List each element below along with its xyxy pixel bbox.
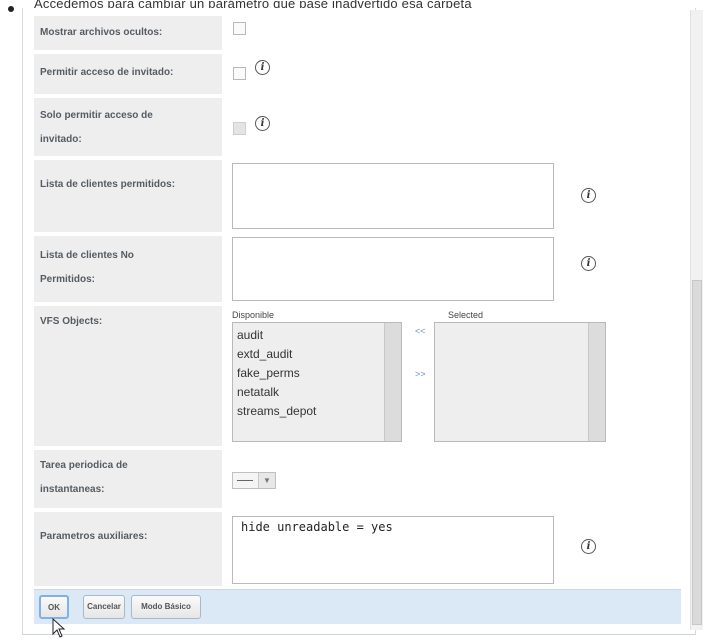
ok-button[interactable]: OK xyxy=(39,595,69,619)
selected-vfs-list[interactable] xyxy=(434,322,606,442)
list-item[interactable]: netatalk xyxy=(237,383,397,402)
snapshot-task-label-line2: instantaneas: xyxy=(40,484,105,495)
row-guest-only: Solo permitir acceso de invitado: i xyxy=(34,98,680,156)
snapshot-task-label-line1: Tarea periodica de xyxy=(40,460,128,471)
label-cell: Tarea periodica de instantaneas: xyxy=(34,450,222,508)
denied-hosts-label-line2: Permitidos: xyxy=(40,274,96,285)
info-icon[interactable]: i xyxy=(255,116,270,131)
info-icon[interactable]: i xyxy=(581,539,596,554)
list-item[interactable]: streams_depot xyxy=(237,402,397,421)
add-vfs-button[interactable]: >> xyxy=(415,369,426,379)
remove-vfs-button[interactable]: << xyxy=(415,326,426,336)
selected-list-title: Selected xyxy=(448,310,484,320)
chevron-down-icon[interactable]: ▼ xyxy=(258,473,275,488)
row-snapshot-task: Tarea periodica de instantaneas: ▼ xyxy=(34,450,680,508)
list-scrollbar[interactable] xyxy=(384,323,401,441)
label-cell: VFS Objects: xyxy=(34,306,222,446)
guest-only-label-line2: invitado: xyxy=(40,134,82,145)
show-hidden-files-checkbox[interactable] xyxy=(233,22,246,35)
label-cell: Solo permitir acceso de invitado: xyxy=(34,98,222,156)
info-icon[interactable]: i xyxy=(581,256,596,271)
list-item[interactable]: fake_perms xyxy=(237,364,397,383)
row-show-hidden-files: Mostrar archivos ocultos: xyxy=(34,16,680,50)
label-cell: Mostrar archivos ocultos: xyxy=(34,16,222,50)
guest-only-checkbox[interactable] xyxy=(233,122,246,135)
row-guest-access: Permitir acceso de invitado: i xyxy=(34,54,680,94)
aux-params-textarea[interactable]: hide unreadable = yes xyxy=(232,516,554,584)
denied-hosts-label-line1: Lista de clientes No xyxy=(40,250,134,261)
row-vfs-objects: VFS Objects: Disponible audit extd_audit… xyxy=(34,306,680,446)
label-cell: Lista de clientes permitidos: xyxy=(34,160,222,232)
list-scrollbar[interactable] xyxy=(588,323,605,441)
row-aux-params: Parametros auxiliares: hide unreadable =… xyxy=(34,512,680,586)
denied-hosts-textarea[interactable] xyxy=(232,237,554,301)
select-value xyxy=(237,480,253,481)
allowed-hosts-label: Lista de clientes permitidos: xyxy=(40,179,176,190)
scrollbar-thumb[interactable] xyxy=(692,280,702,625)
info-icon[interactable]: i xyxy=(255,60,270,75)
dialog-footer: OK Cancelar Modo Básico xyxy=(34,589,681,624)
bullet xyxy=(8,6,14,12)
dialog-scrollbar[interactable] xyxy=(690,10,703,630)
list-item[interactable]: audit xyxy=(237,326,397,345)
label-cell: Permitir acceso de invitado: xyxy=(34,54,222,94)
vfs-objects-label: VFS Objects: xyxy=(40,316,103,327)
aux-params-label: Parametros auxiliares: xyxy=(40,531,148,542)
guest-only-label-line1: Solo permitir acceso de xyxy=(40,110,153,121)
list-item[interactable]: extd_audit xyxy=(237,345,397,364)
guest-access-checkbox[interactable] xyxy=(233,67,246,80)
row-allowed-hosts: Lista de clientes permitidos: i xyxy=(34,160,680,232)
mouse-cursor-icon xyxy=(52,618,66,638)
available-vfs-list[interactable]: audit extd_audit fake_perms netatalk str… xyxy=(232,322,402,442)
show-hidden-files-label: Mostrar archivos ocultos: xyxy=(40,27,163,38)
allowed-hosts-textarea[interactable] xyxy=(232,163,554,229)
info-icon[interactable]: i xyxy=(581,188,596,203)
snapshot-task-select[interactable]: ▼ xyxy=(232,472,276,489)
guest-access-label: Permitir acceso de invitado: xyxy=(40,67,174,78)
basic-mode-button[interactable]: Modo Básico xyxy=(131,595,201,619)
row-denied-hosts: Lista de clientes No Permitidos: i xyxy=(34,236,680,302)
label-cell: Parametros auxiliares: xyxy=(34,512,222,586)
cancel-button[interactable]: Cancelar xyxy=(83,595,125,619)
available-list-title: Disponible xyxy=(232,310,275,320)
label-cell: Lista de clientes No Permitidos: xyxy=(34,236,222,302)
